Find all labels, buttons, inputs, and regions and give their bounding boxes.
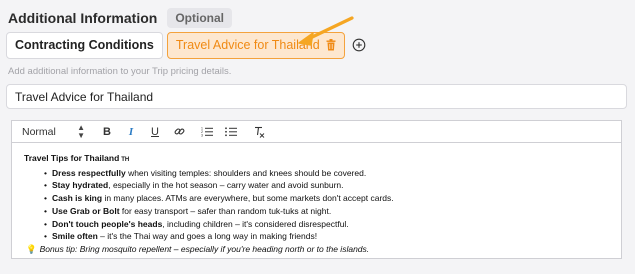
flag-code: TH bbox=[121, 157, 130, 163]
rich-text-editor[interactable]: Normal ▲ ▼ B I U 1 2 3 Travel Tips for T… bbox=[11, 120, 622, 259]
arrow-annotation-icon bbox=[298, 16, 354, 46]
tip-text: , especially in the hot season – carry w… bbox=[108, 180, 344, 191]
clear-format-button[interactable] bbox=[252, 125, 266, 139]
tip-bold: Cash is king bbox=[52, 193, 103, 204]
tab-contracting-conditions[interactable]: Contracting Conditions bbox=[6, 31, 163, 59]
tip-text: when visiting temples: shoulders and kne… bbox=[125, 167, 367, 178]
tips-list: Dress respectfully when visiting temples… bbox=[44, 167, 621, 243]
clear-format-icon bbox=[254, 126, 264, 138]
editor-content[interactable]: Travel Tips for ThailandTH Dress respect… bbox=[12, 143, 621, 256]
list-item: Cash is king in many places. ATMs are ev… bbox=[44, 192, 621, 205]
tip-bold: Stay hydrated bbox=[52, 180, 109, 191]
tip-bold: Use Grab or Bolt bbox=[52, 205, 120, 216]
list-item: Smile often – it's the Thai way and goes… bbox=[44, 230, 621, 243]
section-title: Additional Information bbox=[8, 10, 158, 26]
ordered-list-button[interactable]: 1 2 3 bbox=[200, 125, 214, 139]
tip-text: in many places. ATMs are everywhere, but… bbox=[102, 193, 394, 204]
tip-bold: Smile often bbox=[52, 231, 98, 242]
list-item: Don't touch people's heads, including ch… bbox=[44, 218, 621, 231]
tip-text: – it's the Thai way and goes a long way … bbox=[97, 231, 318, 242]
svg-text:3: 3 bbox=[201, 134, 203, 138]
bold-button[interactable]: B bbox=[100, 125, 114, 139]
link-button[interactable] bbox=[172, 125, 186, 139]
format-value: Normal bbox=[22, 125, 56, 138]
list-item: Use Grab or Bolt for easy transport – sa… bbox=[44, 205, 621, 218]
lightbulb-icon: 💡 bbox=[26, 243, 37, 254]
tip-text: , including children – it's considered d… bbox=[162, 218, 349, 229]
underline-button[interactable]: U bbox=[148, 125, 162, 139]
bonus-tip: 💡 Bonus tip: Bring mosquito repellent – e… bbox=[26, 243, 621, 256]
title-input[interactable] bbox=[6, 84, 627, 109]
updown-icon: ▲ ▼ bbox=[77, 122, 85, 140]
list-item: Stay hydrated, especially in the hot sea… bbox=[44, 179, 621, 192]
tip-bold: Dress respectfully bbox=[52, 167, 126, 178]
tip-bold: Don't touch people's heads bbox=[52, 218, 163, 229]
section-header: Additional Information Optional bbox=[8, 8, 232, 28]
editor-toolbar: Normal ▲ ▼ B I U 1 2 3 bbox=[12, 121, 621, 143]
bullet-list-button[interactable] bbox=[224, 125, 238, 139]
bonus-text: Bonus tip: Bring mosquito repellent – es… bbox=[39, 243, 370, 254]
list-item: Dress respectfully when visiting temples… bbox=[44, 167, 621, 180]
content-heading: Travel Tips for Thailand TH bbox=[24, 152, 621, 167]
tab-label: Contracting Conditions bbox=[15, 38, 154, 52]
italic-button[interactable]: I bbox=[124, 125, 138, 139]
tip-text: for easy transport – safer than random t… bbox=[119, 205, 332, 216]
heading-text: Travel Tips for Thailand bbox=[24, 153, 120, 163]
helper-text: Add additional information to your Trip … bbox=[8, 66, 232, 77]
optional-badge: Optional bbox=[167, 8, 232, 28]
ordered-list-icon: 1 2 3 bbox=[201, 127, 213, 138]
link-icon bbox=[174, 128, 184, 135]
bullet-list-icon bbox=[225, 127, 237, 137]
format-select[interactable]: Normal ▲ ▼ bbox=[22, 122, 85, 140]
